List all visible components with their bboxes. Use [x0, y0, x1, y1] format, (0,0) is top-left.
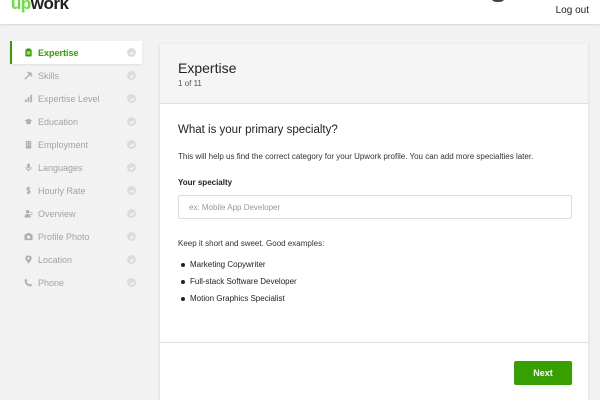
check-icon: [127, 255, 136, 264]
specialty-label: Your specialty: [178, 178, 233, 187]
check-icon: [127, 71, 136, 80]
check-icon: [127, 163, 136, 172]
example-text: Marketing Copywriter: [190, 260, 266, 269]
logout-link[interactable]: Log out: [556, 5, 589, 16]
check-icon: [127, 232, 136, 241]
check-icon: [127, 117, 136, 126]
sidebar-item-label: Overview: [38, 208, 76, 219]
list-item: Full-stack Software Developer: [178, 273, 570, 290]
map-pin-icon: [22, 254, 34, 266]
sidebar-item-label: Employment: [38, 139, 89, 150]
sidebar-item-overview[interactable]: Overview: [10, 202, 142, 225]
sidebar-item-label: Hourly Rate: [38, 185, 86, 196]
sidebar-item-expertise-level[interactable]: Expertise Level: [10, 87, 142, 110]
building-icon: [22, 139, 34, 151]
sidebar-item-label: Phone: [38, 277, 65, 288]
sidebar-item-label: Profile Photo: [38, 231, 90, 242]
check-icon: [127, 209, 136, 218]
page-title: Expertise: [178, 60, 237, 76]
card-body: What is your primary specialty? This wil…: [160, 104, 588, 307]
sidebar-item-hourly-rate[interactable]: Hourly Rate: [10, 179, 142, 202]
example-text: Full-stack Software Developer: [190, 277, 297, 286]
question-heading: What is your primary specialty?: [178, 124, 338, 136]
check-icon: [127, 140, 136, 149]
question-description: This will help us find the correct categ…: [178, 152, 534, 161]
bullet-icon: [181, 296, 185, 301]
microphone-icon: [22, 162, 34, 174]
list-item: Marketing Copywriter: [178, 256, 570, 273]
step-counter: 1 of 11: [178, 79, 202, 88]
sidebar-item-label: Location: [38, 254, 73, 265]
sidebar-item-skills[interactable]: Skills: [10, 64, 142, 87]
sidebar-item-label: Expertise Level: [38, 93, 100, 104]
next-button[interactable]: Next: [514, 361, 572, 385]
check-icon: [127, 278, 136, 287]
examples-list: Marketing Copywriter Full-stack Software…: [178, 256, 570, 307]
sidebar-item-label: Languages: [38, 162, 83, 173]
sidebar-item-profile-photo[interactable]: Profile Photo: [10, 225, 142, 248]
sidebar-item-phone[interactable]: Phone: [10, 271, 142, 294]
bullet-icon: [181, 262, 185, 267]
check-icon: [127, 94, 136, 103]
top-bar: upwork Log out: [0, 0, 600, 24]
dollar-icon: [22, 185, 34, 197]
card-footer-divider: [160, 342, 588, 343]
examples-hint: Keep it short and sweet. Good examples:: [178, 239, 325, 248]
sidebar-item-location[interactable]: Location: [10, 248, 142, 271]
phone-icon: [22, 277, 34, 289]
upwork-logo[interactable]: upwork: [11, 0, 69, 14]
tools-icon: [22, 70, 34, 82]
sidebar: Expertise Skills Expertise Level Educati…: [10, 41, 142, 294]
camera-icon: [22, 231, 34, 243]
avatar[interactable]: [491, 0, 505, 2]
sidebar-item-employment[interactable]: Employment: [10, 133, 142, 156]
sidebar-item-languages[interactable]: Languages: [10, 156, 142, 179]
bullet-icon: [181, 279, 185, 284]
bar-chart-icon: [22, 93, 34, 105]
specialty-input[interactable]: [178, 195, 572, 219]
person-icon: [22, 208, 34, 220]
clipboard-icon: [22, 47, 34, 59]
card-header: Expertise 1 of 11: [160, 44, 588, 104]
sidebar-item-education[interactable]: Education: [10, 110, 142, 133]
example-text: Motion Graphics Specialist: [190, 294, 285, 303]
graduation-cap-icon: [22, 116, 34, 128]
logo-suffix: work: [30, 0, 69, 13]
check-icon: [127, 48, 136, 57]
sidebar-item-label: Education: [38, 116, 79, 127]
sidebar-item-expertise[interactable]: Expertise: [10, 41, 142, 64]
expertise-card: Expertise 1 of 11 What is your primary s…: [160, 44, 588, 400]
sidebar-item-label: Expertise: [38, 47, 79, 58]
check-icon: [127, 186, 136, 195]
sidebar-item-label: Skills: [38, 70, 60, 81]
list-item: Motion Graphics Specialist: [178, 290, 570, 307]
logo-prefix: up: [11, 0, 31, 13]
